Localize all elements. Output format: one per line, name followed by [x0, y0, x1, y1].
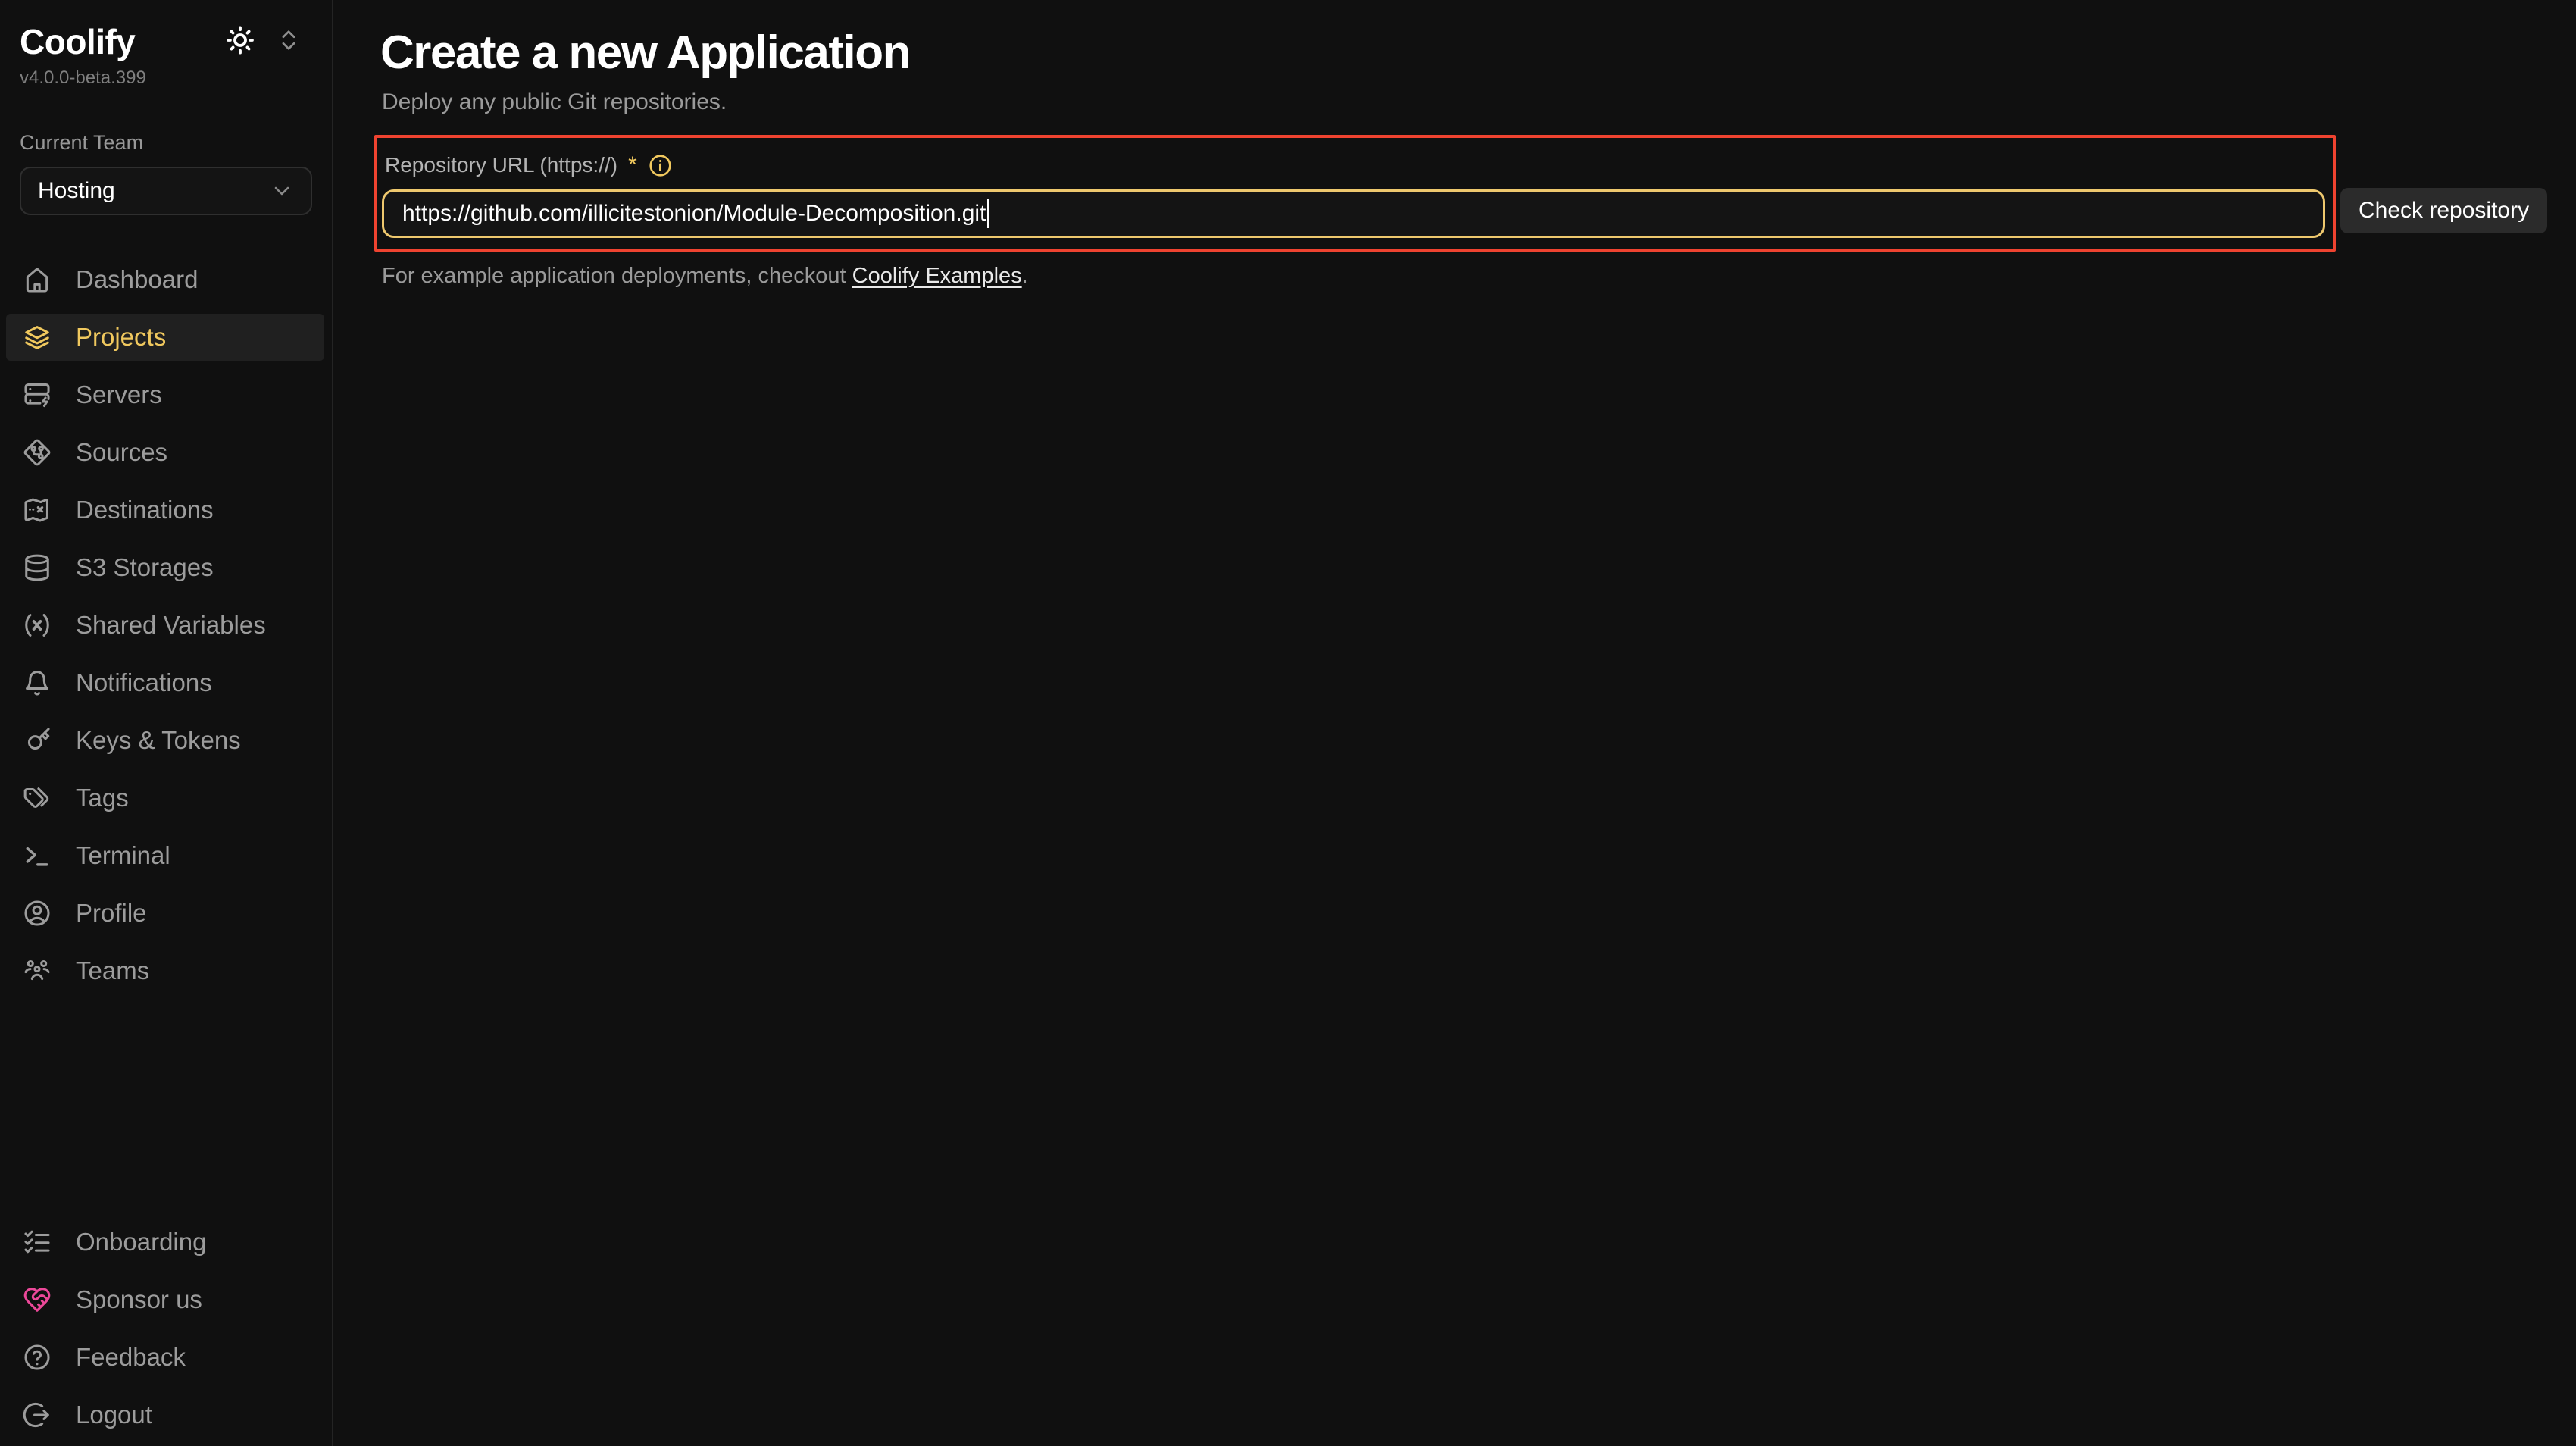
repository-url-label: Repository URL (https://)	[385, 153, 617, 177]
terminal-icon	[23, 841, 52, 870]
sidebar-item-shared-variables[interactable]: Shared Variables	[6, 602, 324, 649]
sidebar-item-label: Keys & Tokens	[76, 726, 241, 755]
server-icon	[23, 380, 52, 409]
sidebar-item-logout[interactable]: Logout	[6, 1391, 324, 1438]
page-subtitle: Deploy any public Git repositories.	[382, 89, 2576, 115]
sidebar-item-label: Logout	[76, 1401, 152, 1429]
sidebar-item-label: Profile	[76, 899, 147, 928]
coolify-app: Coolify v4.0.0-beta.399 Current Team Hos…	[0, 0, 2576, 1446]
repository-url-input[interactable]: https://github.com/illicitestonion/Modul…	[382, 189, 2325, 238]
sidebar-item-teams[interactable]: Teams	[6, 947, 324, 994]
repository-form: Repository URL (https://) * https://gith…	[380, 135, 2576, 252]
main-content: Create a new Application Deploy any publ…	[333, 0, 2576, 1446]
sidebar-item-label: Destinations	[76, 496, 214, 524]
users-icon	[23, 956, 52, 985]
sidebar-item-label: Projects	[76, 323, 166, 352]
check-repository-button[interactable]: Check repository	[2340, 188, 2547, 233]
sidebar-item-dashboard[interactable]: Dashboard	[6, 256, 324, 303]
info-icon[interactable]	[648, 153, 673, 178]
sidebar-item-sources[interactable]: Sources	[6, 429, 324, 476]
sidebar-item-destinations[interactable]: Destinations	[6, 487, 324, 534]
logout-icon	[23, 1401, 52, 1429]
app-logo: Coolify	[20, 23, 135, 61]
sidebar-item-label: Feedback	[76, 1343, 186, 1372]
text-caret	[987, 199, 989, 228]
helper-text-suffix: .	[1022, 264, 1028, 288]
sidebar-item-label: Tags	[76, 784, 129, 812]
key-icon	[23, 726, 52, 755]
tutorial-highlight-box: Repository URL (https://) * https://gith…	[374, 135, 2336, 252]
variable-icon	[23, 611, 52, 640]
sidebar-item-feedback[interactable]: Feedback	[6, 1334, 324, 1381]
page-title: Create a new Application	[380, 27, 2576, 79]
sidebar-item-label: Servers	[76, 380, 162, 409]
sidebar-item-label: Teams	[76, 956, 149, 985]
heart-hands-icon	[23, 1285, 52, 1314]
database-icon	[23, 553, 52, 582]
repository-url-label-row: Repository URL (https://) *	[382, 150, 2325, 180]
help-circle-icon	[23, 1343, 52, 1372]
team-select[interactable]: Hosting	[20, 167, 312, 215]
sidebar-item-terminal[interactable]: Terminal	[6, 832, 324, 879]
sidebar-item-sponsor-us[interactable]: Sponsor us	[6, 1276, 324, 1323]
map-icon	[23, 496, 52, 524]
sidebar-item-s3-storages[interactable]: S3 Storages	[6, 544, 324, 591]
chevron-down-icon	[270, 179, 294, 203]
sidebar-item-tags[interactable]: Tags	[6, 775, 324, 822]
sidebar-item-servers[interactable]: Servers	[6, 371, 324, 418]
sidebar-item-label: Notifications	[76, 668, 212, 697]
sidebar: Coolify v4.0.0-beta.399 Current Team Hos…	[0, 0, 333, 1446]
git-branch-icon	[23, 438, 52, 467]
sidebar-item-label: Terminal	[76, 841, 170, 870]
sidebar-item-projects[interactable]: Projects	[6, 314, 324, 361]
team-select-value: Hosting	[38, 178, 115, 204]
sidebar-header: Coolify	[20, 23, 312, 61]
sidebar-item-profile[interactable]: Profile	[6, 890, 324, 937]
theme-toggle-button[interactable]	[224, 24, 256, 60]
helper-text-prefix: For example application deployments, che…	[382, 264, 852, 288]
current-team-label: Current Team	[20, 131, 312, 155]
bell-icon	[23, 668, 52, 697]
sidebar-nav: Dashboard Projects Servers Sources Desti…	[6, 256, 324, 994]
sidebar-item-label: Dashboard	[76, 265, 198, 294]
sidebar-item-keys-tokens[interactable]: Keys & Tokens	[6, 717, 324, 764]
home-icon	[23, 265, 52, 294]
sidebar-item-label: Shared Variables	[76, 611, 266, 640]
sidebar-item-label: S3 Storages	[76, 553, 214, 582]
tags-icon	[23, 784, 52, 812]
helper-text: For example application deployments, che…	[382, 264, 2576, 289]
layers-icon	[23, 323, 52, 352]
sun-icon	[224, 24, 256, 60]
required-marker: *	[628, 152, 637, 178]
sidebar-item-label: Sponsor us	[76, 1285, 202, 1314]
sidebar-switcher-button[interactable]	[276, 27, 302, 57]
repository-url-value: https://github.com/illicitestonion/Modul…	[402, 201, 986, 227]
sidebar-footer-nav: Onboarding Sponsor us Feedback Logout	[6, 1219, 324, 1438]
checklist-icon	[23, 1228, 52, 1257]
coolify-examples-link[interactable]: Coolify Examples	[852, 264, 1022, 288]
sidebar-item-onboarding[interactable]: Onboarding	[6, 1219, 324, 1266]
app-version: v4.0.0-beta.399	[20, 67, 312, 89]
sidebar-item-label: Sources	[76, 438, 167, 467]
chevrons-up-down-icon	[276, 27, 302, 57]
sidebar-item-notifications[interactable]: Notifications	[6, 659, 324, 706]
user-icon	[23, 899, 52, 928]
sidebar-item-label: Onboarding	[76, 1228, 206, 1257]
